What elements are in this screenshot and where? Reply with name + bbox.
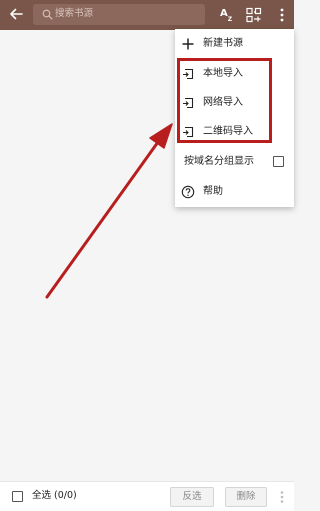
annotation-arrow — [45, 123, 173, 299]
select-all-checkbox[interactable] — [12, 491, 23, 502]
invert-selection-button[interactable]: 反选 — [170, 487, 214, 507]
delete-button[interactable]: 删除 — [225, 487, 267, 507]
more-options-icon[interactable] — [278, 489, 286, 505]
bottom-action-bar: 全选 (0/0) 反选 删除 — [0, 481, 294, 511]
select-all-label[interactable]: 全选 (0/0) — [32, 489, 77, 503]
